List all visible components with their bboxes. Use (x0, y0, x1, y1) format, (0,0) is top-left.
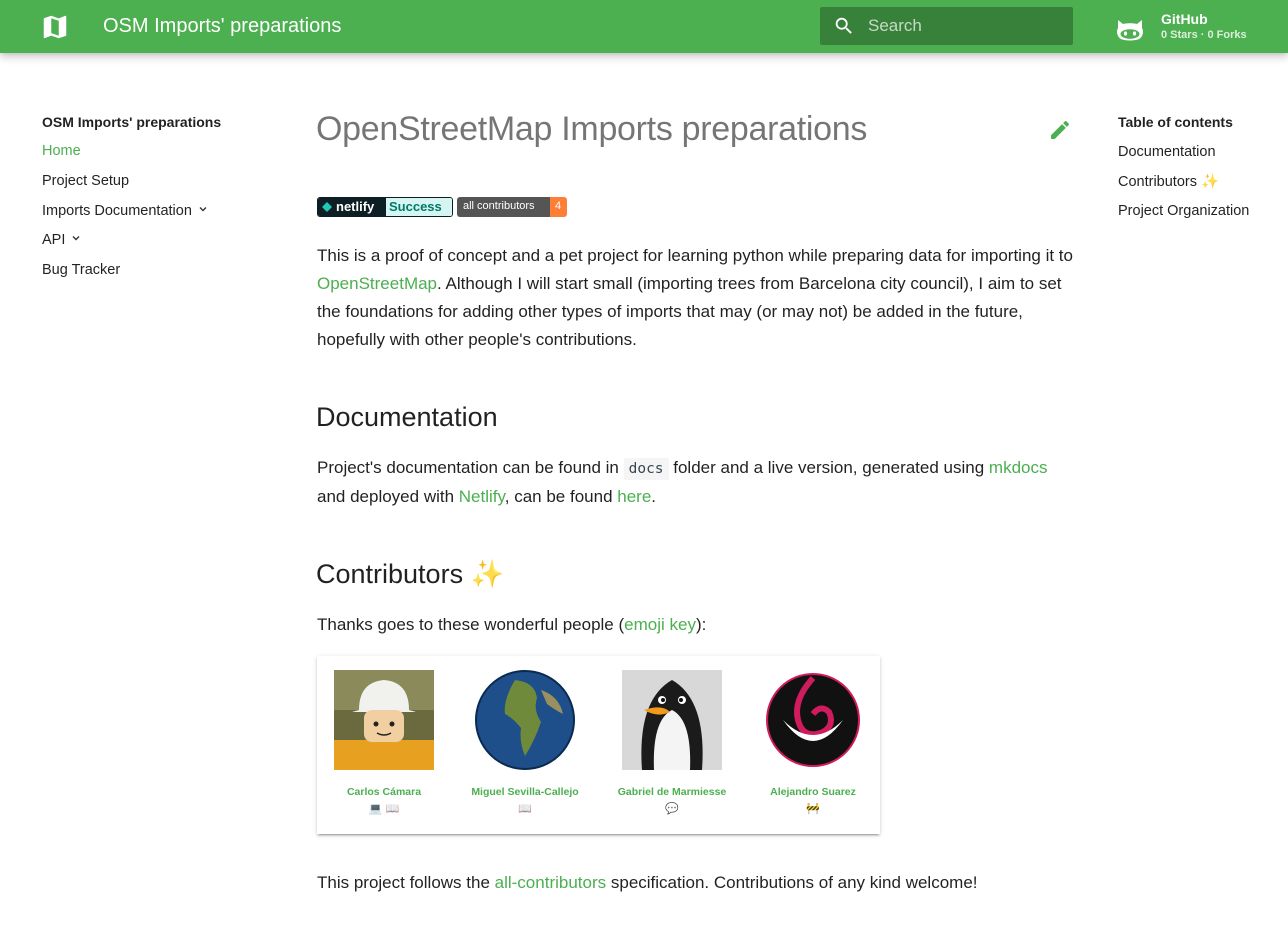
header-bar: OSM Imports' preparations GitHub 0 Stars… (0, 0, 1288, 53)
contributors-heading: Contributors ✨ (316, 559, 505, 589)
toc-item-documentation[interactable]: Documentation (1118, 144, 1216, 160)
all-contributors-link[interactable]: all-contributors (495, 873, 607, 892)
contributor-card: Alejandro Suarez 🚧 (743, 670, 883, 816)
nav-item-label: Home (42, 143, 81, 159)
toc-title: Table of contents (1118, 114, 1233, 130)
intro-paragraph: This is a proof of concept and a pet pro… (317, 242, 1077, 354)
contributor-name[interactable]: Carlos Cámara (314, 786, 454, 798)
doc-text: , can be found (504, 487, 618, 506)
toc-item-project-organization[interactable]: Project Organization (1118, 203, 1249, 219)
chevron-down-icon (199, 207, 207, 212)
documentation-paragraph: Project's documentation can be found in … (317, 454, 1077, 511)
thanks-text: Thanks goes to these wonderful people ( (317, 615, 625, 634)
search-box[interactable] (820, 7, 1073, 45)
avatar[interactable] (763, 670, 863, 770)
contribution-emoji[interactable]: 💬 (602, 802, 742, 816)
nav-item-label: Bug Tracker (42, 262, 121, 278)
toc-item-contributors[interactable]: Contributors ✨ (1118, 173, 1219, 190)
map-icon[interactable] (40, 12, 70, 42)
page-title: OpenStreetMap Imports preparations (316, 110, 868, 148)
nav-item-label: Project Setup (42, 173, 130, 189)
thanks-text: ): (695, 615, 707, 634)
footer-text: specification. Contributions of any kind… (606, 873, 978, 892)
chevron-down-icon (72, 236, 80, 241)
intro-text: This is a proof of concept and a pet pro… (317, 246, 1073, 265)
doc-text: and deployed with (317, 487, 459, 506)
contribution-emoji[interactable]: 💻 📖 (314, 802, 454, 816)
footer-paragraph: This project follows the all-contributor… (317, 869, 1077, 897)
docs-folder-code: docs (623, 458, 669, 480)
contributors-table: Carlos Cámara 💻 📖 Miguel Sevilla-Callejo… (317, 656, 880, 834)
contributor-card: Carlos Cámara 💻 📖 (314, 670, 454, 816)
netlify-status-badge[interactable]: netlify Success (317, 197, 453, 217)
here-link[interactable]: here (617, 487, 651, 506)
nav-item-home[interactable]: Home (42, 143, 81, 159)
github-repo-link[interactable]: GitHub 0 Stars · 0 Forks (1114, 9, 1284, 47)
netlify-link[interactable]: Netlify (459, 487, 505, 506)
search-input[interactable] (868, 7, 1068, 45)
doc-text: folder and a live version, generated usi… (668, 458, 989, 477)
footer-text: This project follows the (317, 873, 495, 892)
documentation-heading: Documentation (316, 402, 498, 432)
contributor-name[interactable]: Gabriel de Marmiesse (602, 786, 742, 798)
netlify-badge-status: Success (389, 199, 442, 214)
emoji-key-link[interactable]: emoji key (624, 615, 696, 634)
search-icon (835, 17, 852, 34)
nav-item-project-setup[interactable]: Project Setup (42, 173, 129, 189)
repo-stats: 0 Stars · 0 Forks (1161, 29, 1247, 41)
nav-item-bug-tracker[interactable]: Bug Tracker (42, 262, 120, 278)
nav-item-label: Imports Documentation (42, 203, 192, 219)
nav-item-imports-documentation[interactable]: Imports Documentation (42, 203, 208, 219)
repo-name: GitHub (1161, 11, 1208, 27)
contributor-card: Miguel Sevilla-Callejo 📖 (455, 670, 595, 816)
contributor-card: Gabriel de Marmiesse 💬 (602, 670, 742, 816)
netlify-badge-label: netlify (336, 199, 375, 214)
contributors-badge-label: all contributors (463, 200, 535, 212)
site-title[interactable]: OSM Imports' preparations (103, 15, 341, 37)
nav-title: OSM Imports' preparations (42, 114, 222, 130)
doc-text: . (651, 487, 657, 506)
contributor-name[interactable]: Miguel Sevilla-Callejo (455, 786, 595, 798)
avatar[interactable] (622, 670, 722, 770)
github-icon (1117, 20, 1143, 41)
contribution-emoji[interactable]: 🚧 (743, 802, 883, 816)
all-contributors-badge[interactable]: all contributors 4 (457, 197, 567, 217)
nav-item-api[interactable]: API (42, 232, 81, 248)
netlify-icon (322, 202, 332, 212)
thanks-paragraph: Thanks goes to these wonderful people (e… (317, 611, 1077, 639)
avatar[interactable] (334, 670, 434, 770)
avatar[interactable] (475, 670, 575, 770)
mkdocs-link[interactable]: mkdocs (989, 458, 1048, 477)
nav-item-label: API (42, 232, 66, 248)
openstreetmap-link[interactable]: OpenStreetMap (317, 274, 437, 293)
contributor-name[interactable]: Alejandro Suarez (743, 786, 883, 798)
doc-text: Project's documentation can be found in (317, 458, 624, 477)
edit-icon[interactable] (1048, 118, 1072, 142)
contributors-badge-count: 4 (555, 200, 562, 212)
contribution-emoji[interactable]: 📖 (455, 802, 595, 816)
